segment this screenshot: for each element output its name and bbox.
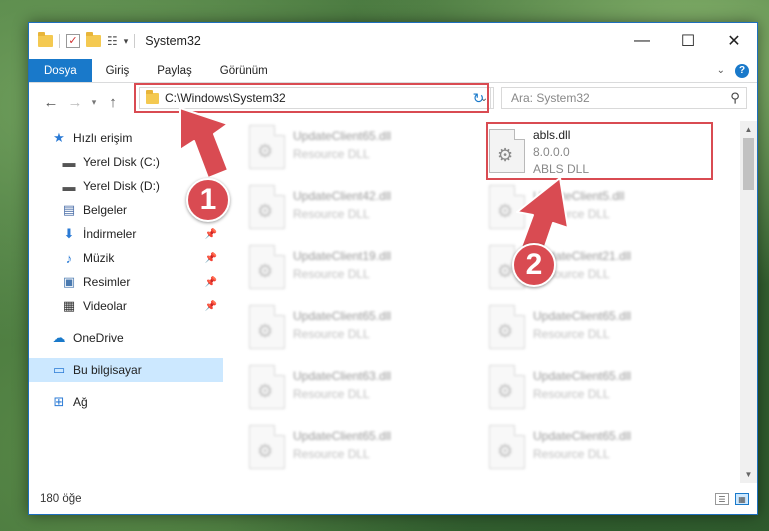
step-1-badge: 1 (186, 178, 230, 222)
arrow-1 (179, 107, 229, 179)
step-2-badge: 2 (512, 243, 556, 287)
annotation-arrows (179, 107, 569, 259)
